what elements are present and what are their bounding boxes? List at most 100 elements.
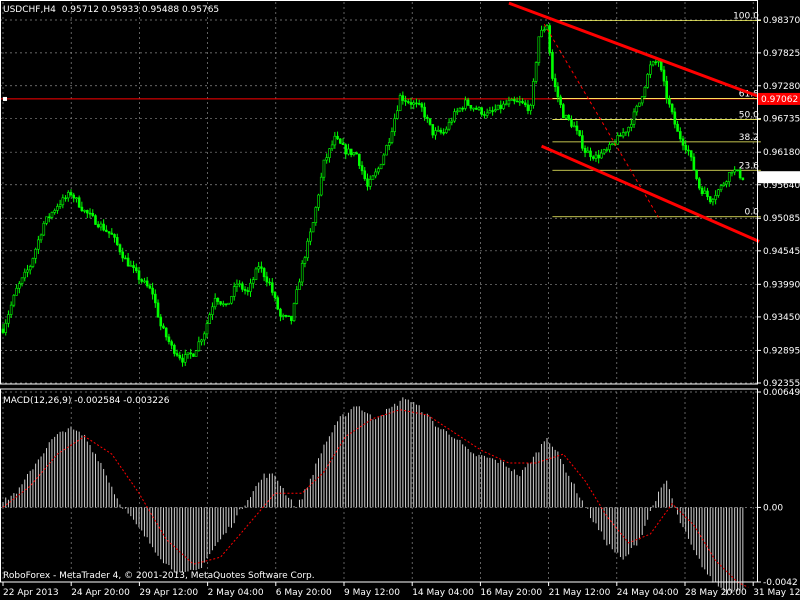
time-tick-label: 29 Apr 12:00 — [139, 588, 198, 598]
price-level-anchor[interactable] — [3, 96, 7, 101]
candle-body — [129, 265, 133, 267]
time-tick-label: 2 May 04:00 — [208, 588, 264, 598]
candle-body — [317, 194, 320, 208]
candle-body — [115, 237, 119, 245]
candle-body — [548, 25, 552, 53]
candle-body — [711, 199, 715, 203]
candle-body — [64, 197, 67, 200]
candle-body — [436, 129, 440, 132]
candle-body — [719, 185, 723, 191]
candle-body — [241, 283, 244, 290]
candle-body — [265, 276, 269, 283]
candle-body — [404, 100, 407, 102]
candle-body — [53, 210, 56, 213]
candle-body — [189, 352, 192, 355]
candle-body — [717, 189, 720, 196]
candle-body — [281, 315, 285, 317]
candle-body — [88, 212, 92, 215]
candle-body — [589, 150, 592, 158]
time-tick-label: 24 May 04:00 — [617, 588, 679, 598]
candle-body — [491, 110, 494, 112]
candle-body — [232, 286, 236, 297]
candle-body — [379, 163, 383, 170]
candle-body — [695, 169, 698, 180]
time-tick-label: 28 May 20:00 — [685, 588, 747, 598]
candle-body — [396, 110, 399, 119]
candle-body — [382, 154, 386, 165]
candle-body — [107, 231, 111, 234]
candle-body — [262, 268, 266, 278]
candle-body — [200, 339, 203, 343]
candle-body — [268, 281, 271, 284]
candle-body — [635, 105, 639, 113]
candle-body — [662, 69, 666, 82]
candle-body — [219, 301, 222, 305]
fib-level-label: 50.0 — [739, 111, 759, 121]
candle-body — [439, 129, 443, 133]
candle-body — [477, 107, 481, 110]
candle-body — [260, 266, 263, 269]
candle-body — [330, 144, 334, 150]
candle-body — [352, 152, 356, 155]
candle-body — [534, 62, 538, 82]
candle-body — [102, 223, 105, 231]
candle-body — [371, 175, 375, 180]
candle-body — [170, 341, 173, 346]
trading-chart[interactable]: 100.061.850.038.223.60.0 0.983700.978250… — [0, 0, 800, 600]
candle-body — [273, 292, 277, 298]
candle-body — [303, 257, 307, 264]
candle-body — [1, 328, 5, 333]
candle-body — [124, 257, 127, 260]
candle-body — [401, 95, 405, 101]
candle-body — [387, 142, 391, 146]
candle-body — [428, 118, 432, 125]
candle-body — [202, 333, 206, 341]
candle-body — [113, 234, 116, 238]
candle-body — [684, 144, 688, 151]
candle-body — [450, 120, 454, 123]
candle-body — [287, 315, 290, 317]
candle-body — [26, 269, 29, 273]
candle-body — [319, 176, 323, 196]
candle-body — [575, 125, 579, 131]
candle-body — [507, 100, 511, 105]
candle-body — [570, 119, 573, 127]
candle-body — [659, 60, 663, 71]
candle-body — [28, 266, 32, 271]
candle-body — [211, 306, 214, 315]
price-tick-label: 0.98370 — [763, 16, 800, 26]
candle-body — [532, 81, 535, 106]
macd-tick-label: 0.006497 — [763, 388, 800, 398]
candle-body — [363, 170, 367, 180]
candle-body — [455, 110, 459, 113]
candle-body — [504, 103, 508, 106]
candle-body — [341, 143, 345, 145]
candle-body — [494, 109, 497, 112]
candle-body — [730, 171, 734, 174]
candle-body — [69, 192, 73, 196]
candle-body — [194, 350, 198, 357]
candle-body — [251, 279, 255, 284]
candle-body — [727, 172, 731, 182]
candle-body — [542, 29, 546, 31]
candle-body — [20, 277, 24, 284]
candle-body — [368, 178, 372, 187]
candle-body — [567, 114, 571, 120]
price-tick-label: 0.96180 — [763, 148, 800, 158]
candle-body — [472, 107, 475, 110]
candle-body — [461, 107, 464, 110]
candle-body — [423, 106, 426, 118]
candle-body — [412, 102, 416, 105]
candle-body — [431, 124, 435, 136]
candle-body — [300, 263, 304, 283]
candle-body — [328, 148, 331, 158]
fib-level-label: 23.6 — [739, 161, 759, 171]
candle-body — [393, 118, 396, 132]
candle-body — [4, 322, 8, 333]
candle-body — [518, 100, 522, 103]
candle-body — [37, 239, 40, 250]
candle-body — [110, 232, 114, 235]
candle-body — [415, 102, 418, 105]
candle-body — [126, 257, 130, 267]
candle-body — [619, 134, 622, 137]
